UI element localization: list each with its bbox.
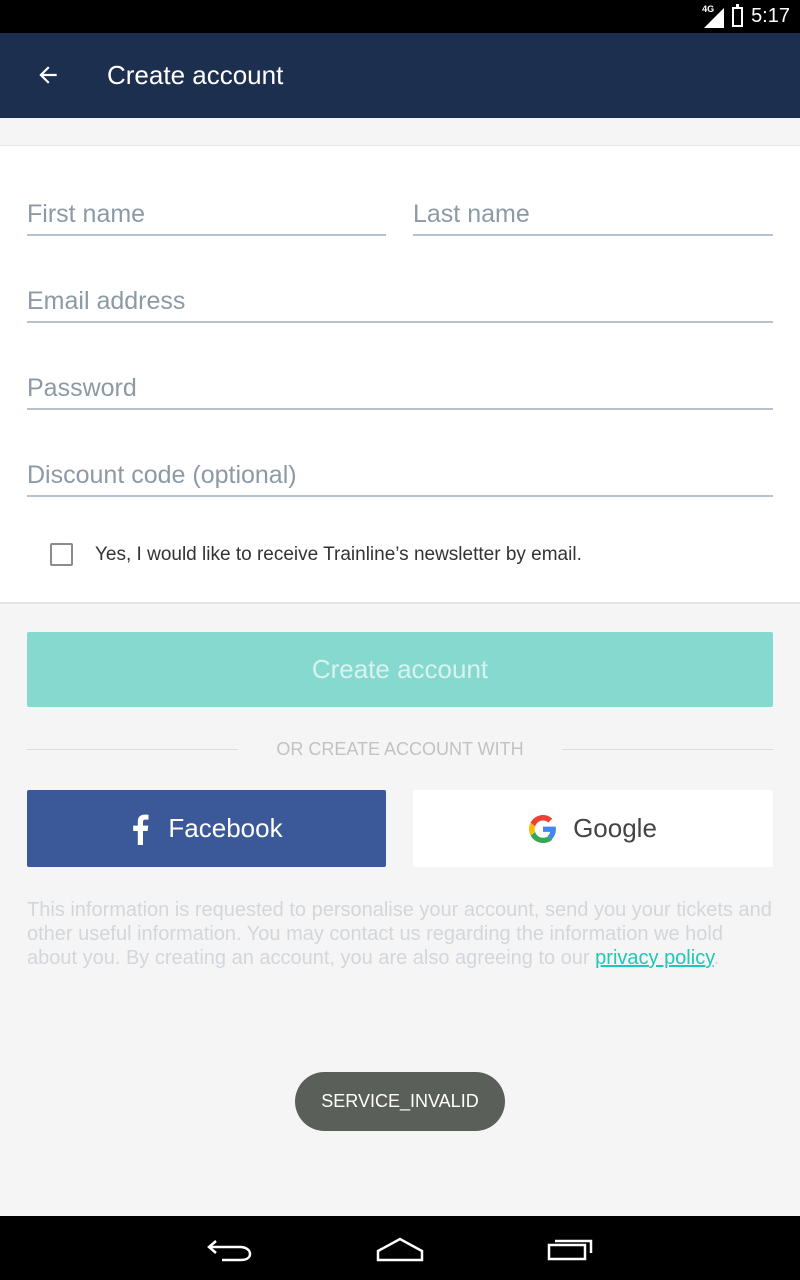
facebook-icon: [133, 814, 149, 845]
back-button[interactable]: [28, 55, 68, 95]
privacy-info-suffix: .: [713, 947, 720, 969]
newsletter-checkbox[interactable]: [50, 543, 73, 566]
or-separator: OR CREATE ACCOUNT WITH: [27, 738, 773, 762]
last-name-field-wrapper: [413, 194, 773, 236]
status-time: 5:17: [751, 5, 790, 27]
network-type-label: 4G: [702, 3, 715, 14]
privacy-policy-link[interactable]: privacy policy: [595, 947, 714, 969]
or-line-right: [562, 749, 773, 750]
nav-home-button[interactable]: [370, 1228, 430, 1268]
password-field-wrapper: [27, 368, 773, 410]
registration-form: Yes, I would like to receive Trainline’s…: [0, 145, 800, 602]
google-label: Google: [573, 813, 657, 843]
password-input[interactable]: [27, 368, 773, 408]
facebook-label: Facebook: [168, 813, 283, 843]
toast-message: SERVICE_INVALID: [295, 1072, 505, 1131]
back-icon: [207, 1240, 252, 1262]
signal-icon: 4G: [702, 3, 725, 28]
newsletter-label: Yes, I would like to receive Trainline’s…: [95, 543, 582, 565]
email-input[interactable]: [27, 281, 773, 321]
google-icon: [529, 814, 556, 843]
email-field-wrapper: [27, 281, 773, 323]
recents-icon: [547, 1239, 593, 1261]
nav-recents-button[interactable]: [540, 1228, 600, 1268]
privacy-info: This information is requested to persona…: [27, 898, 773, 970]
facebook-button[interactable]: Facebook: [27, 790, 386, 867]
last-name-input[interactable]: [413, 194, 773, 234]
discount-code-input[interactable]: [27, 455, 773, 495]
discount-code-field-wrapper: [27, 455, 773, 497]
newsletter-row: Yes, I would like to receive Trainline’s…: [50, 543, 582, 566]
home-icon: [376, 1237, 424, 1262]
battery-icon: [732, 3, 744, 27]
system-nav-bar: [0, 1216, 800, 1280]
arrow-left-icon: [39, 66, 57, 84]
page-title: Create account: [107, 60, 284, 90]
nav-back-button[interactable]: [200, 1228, 260, 1268]
first-name-input[interactable]: [27, 194, 386, 234]
app-bar: Create account: [0, 33, 800, 118]
status-bar: 4G 5:17: [0, 0, 800, 33]
status-icons: 4G 5:17: [702, 0, 790, 33]
first-name-field-wrapper: [27, 194, 386, 236]
section-divider: [0, 602, 800, 604]
create-account-button[interactable]: Create account: [27, 632, 773, 707]
google-button[interactable]: Google: [413, 790, 773, 867]
